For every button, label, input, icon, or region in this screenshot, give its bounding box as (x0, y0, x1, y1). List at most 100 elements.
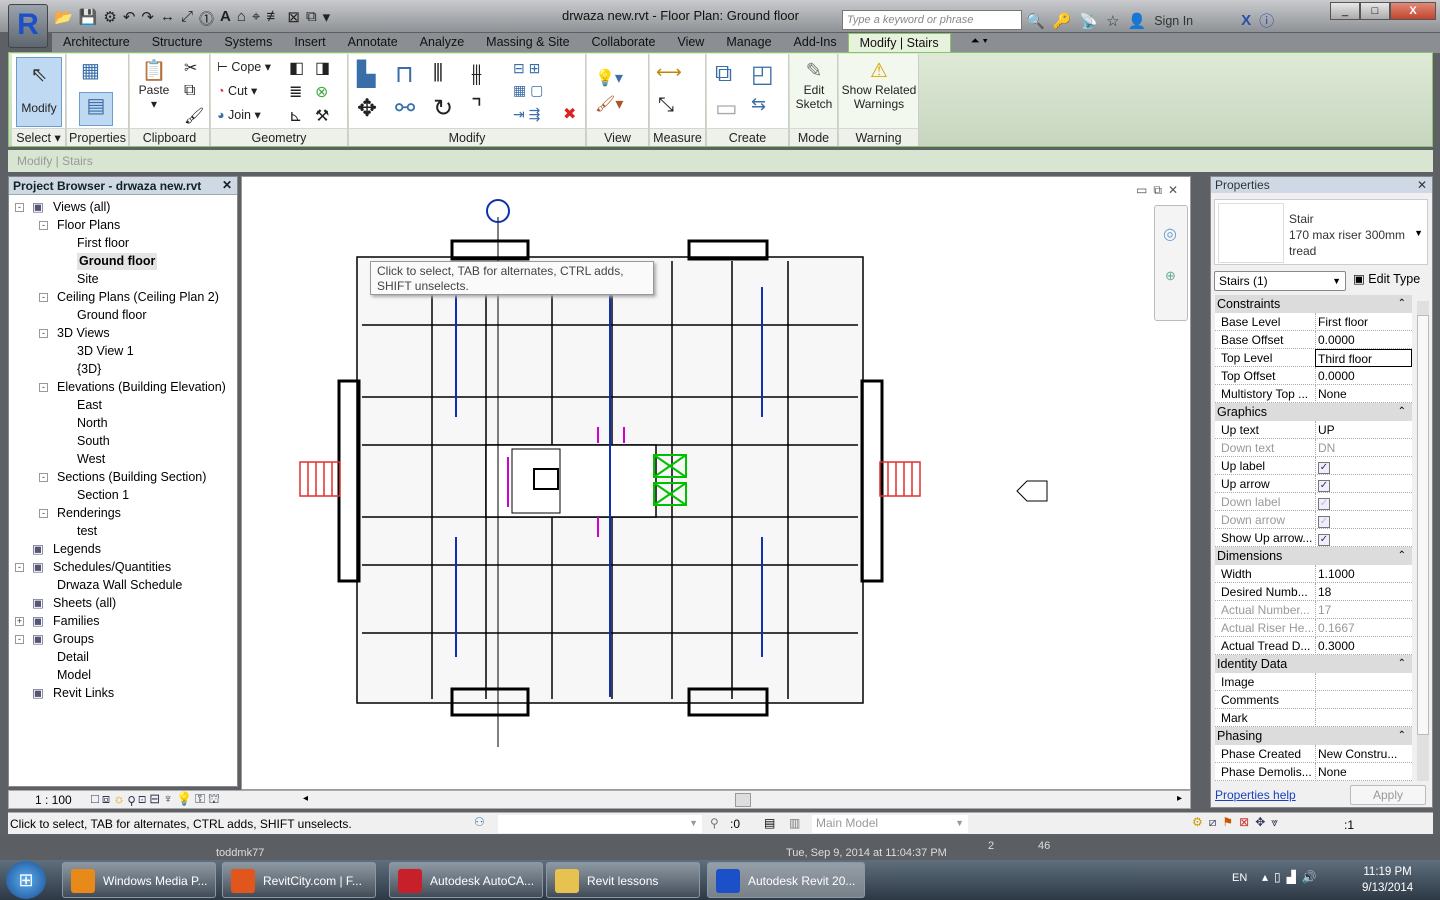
property-value[interactable] (1315, 709, 1412, 727)
property-row[interactable]: Down arrow ✓ (1215, 511, 1412, 529)
browser-item[interactable]: Floor Plans (57, 217, 120, 234)
wall-joins-icon[interactable]: ≣ (289, 82, 302, 102)
undo-icon[interactable]: ↶ (123, 8, 136, 28)
panel-label[interactable]: Select ▾ (12, 128, 65, 146)
tab-architecture[interactable]: Architecture (52, 33, 141, 53)
tab-annotate[interactable]: Annotate (337, 33, 409, 53)
property-row[interactable]: Phase Demolis... None (1215, 763, 1412, 781)
collapse-toggle[interactable]: - (39, 473, 48, 482)
hammer-icon[interactable]: ⚒ (315, 106, 329, 126)
browser-item[interactable]: Groups (53, 631, 94, 648)
cope-button[interactable]: ⊢ Cope ▾ (217, 59, 271, 74)
property-row[interactable]: Show Up arrow... ✓ (1215, 529, 1412, 547)
browser-item[interactable]: {3D} (77, 361, 101, 378)
array-icon[interactable]: ▦ ▢ (513, 82, 543, 99)
tab-modify-stairs[interactable]: Modify | Stairs (847, 33, 951, 53)
expand-toggle[interactable]: + (15, 617, 24, 626)
collapse-toggle[interactable]: - (39, 383, 48, 392)
mirror-draw-axis-icon[interactable]: ⫵ (471, 60, 482, 88)
browser-item[interactable]: Elevations (Building Elevation) (57, 379, 226, 396)
trim-extend-icon[interactable]: ⌝ (471, 94, 482, 123)
property-row[interactable]: Multistory Top ... None (1215, 385, 1412, 403)
reveal-hidden-icon[interactable]: 💡 (176, 791, 195, 806)
paste-button[interactable]: 📋 Paste ▾ (136, 58, 172, 111)
design-options-icon[interactable]: ▤ (764, 816, 775, 830)
tab-view[interactable]: View (666, 33, 715, 53)
property-value[interactable]: 17 (1315, 601, 1412, 619)
open-icon[interactable]: 📂 (54, 8, 73, 28)
instance-filter-dropdown[interactable]: Stairs (1) ▼ (1214, 271, 1346, 291)
property-row[interactable]: Base Offset 0.0000 (1215, 331, 1412, 349)
save-icon[interactable]: 💾 (79, 8, 98, 28)
property-value[interactable] (1315, 673, 1412, 691)
property-row[interactable]: Phase Created New Constru... (1215, 745, 1412, 763)
select-pinned-icon[interactable]: ⚑ (1222, 815, 1239, 829)
collapse-toggle[interactable]: - (39, 221, 48, 230)
tab-collaborate[interactable]: Collaborate (581, 33, 667, 53)
taskbar-item[interactable]: Autodesk Revit 20... (707, 862, 865, 898)
browser-item[interactable]: test (77, 523, 97, 540)
show-related-warnings-button[interactable]: ⚠ Show Related Warnings (841, 58, 917, 111)
detail-level-icon[interactable]: □ (91, 791, 102, 806)
properties-button[interactable]: ▤ (79, 92, 113, 126)
property-group-header[interactable]: Phasing ⌃ (1215, 727, 1412, 745)
browser-item[interactable]: East (77, 397, 102, 414)
collapse-toggle[interactable]: - (39, 329, 48, 338)
type-selector[interactable]: Stair 170 max riser 300mm tread ▼ (1214, 199, 1428, 265)
rotate-icon[interactable]: ↻ (433, 94, 453, 123)
close-icon[interactable]: ✕ (222, 178, 232, 192)
property-group-header[interactable]: Graphics ⌃ (1215, 403, 1412, 421)
navigation-bar[interactable]: ◎ ⊕ (1154, 205, 1188, 321)
exchange-icon[interactable]: X (1241, 12, 1251, 29)
text-icon[interactable]: A (220, 8, 231, 28)
property-row[interactable]: Top Offset 0.0000 (1215, 367, 1412, 385)
property-value[interactable]: ✓ (1315, 457, 1412, 475)
property-value[interactable]: DN (1315, 439, 1412, 457)
tab-systems[interactable]: Systems (213, 33, 283, 53)
pin-icon[interactable]: ⇥ ⇶ (513, 106, 540, 123)
zoom-icon[interactable]: ⊕ (1165, 268, 1176, 284)
cut-geometry-button[interactable]: ◔ Cut ▾ (217, 83, 257, 98)
binoculars-icon[interactable]: 🔍 (1026, 12, 1045, 30)
similar-icon[interactable]: ⇆ (751, 94, 766, 115)
cut-scissors-icon[interactable]: ✂ (184, 58, 197, 78)
property-row[interactable]: Up arrow ✓ (1215, 475, 1412, 493)
scroll-left-icon[interactable]: ◂ (303, 793, 308, 804)
property-value[interactable]: None (1315, 385, 1412, 403)
property-row[interactable]: Top Level Third floor (1215, 349, 1412, 367)
minimize-button[interactable]: _ (1330, 2, 1360, 20)
properties-scrollbar[interactable] (1417, 301, 1429, 781)
property-value[interactable]: ✓ (1315, 475, 1412, 493)
tab-analyze[interactable]: Analyze (409, 33, 475, 53)
copy-element-icon[interactable]: ⚯ (395, 94, 415, 123)
collapse-toggle[interactable]: - (39, 509, 48, 518)
property-row[interactable]: Up label ✓ (1215, 457, 1412, 475)
browser-item[interactable]: Families (53, 613, 100, 630)
create-group-icon[interactable]: ▭ (715, 94, 738, 123)
maximize-button[interactable]: □ (1360, 2, 1390, 20)
property-row[interactable]: Down label ✓ (1215, 493, 1412, 511)
browser-item[interactable]: Views (all) (53, 199, 110, 216)
edit-sketch-button[interactable]: ✎ Edit Sketch (792, 58, 836, 111)
collapse-toggle[interactable]: - (39, 293, 48, 302)
favorites-star-icon[interactable]: ☆ (1106, 12, 1119, 30)
property-row[interactable]: Actual Number... 17 (1215, 601, 1412, 619)
temporary-hide-icon[interactable]: ♆ (163, 791, 176, 806)
clock[interactable]: 11:19 PM 9/13/2014 (1362, 864, 1413, 896)
drag-elements-icon[interactable]: ✥ (1255, 815, 1271, 829)
property-value[interactable]: Third floor (1315, 349, 1412, 367)
property-value[interactable]: 0.0000 (1315, 331, 1412, 349)
browser-item[interactable]: First floor (77, 235, 129, 252)
collapse-toggle[interactable]: - (15, 203, 24, 212)
modify-button[interactable]: ⇖ Modify (16, 57, 62, 127)
property-row[interactable]: Image (1215, 673, 1412, 691)
language-indicator[interactable]: EN (1232, 872, 1247, 884)
browser-item[interactable]: Detail (57, 649, 89, 666)
browser-item[interactable]: Legends (53, 541, 101, 558)
sign-in-button[interactable]: Sign In (1154, 14, 1193, 28)
redo-icon[interactable]: ↷ (141, 8, 154, 28)
editable-only-icon[interactable]: ⚲ (710, 816, 719, 830)
analytical-model-icon[interactable]: ⛫ (208, 791, 223, 806)
shadows-icon[interactable]: ⚲ (128, 791, 138, 806)
volume-icon[interactable]: 🔊 (1302, 870, 1323, 884)
